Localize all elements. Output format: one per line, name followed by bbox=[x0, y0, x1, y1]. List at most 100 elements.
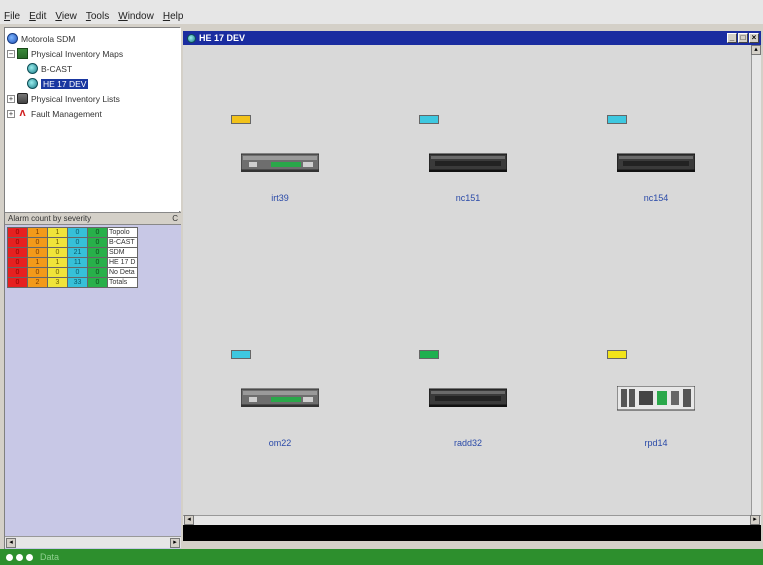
scroll-left-icon[interactable]: ◂ bbox=[184, 515, 194, 525]
alarm-row[interactable]: 0 1 1 11 0 HE 17 D bbox=[7, 257, 138, 268]
device-chassis-icon bbox=[428, 151, 508, 173]
scroll-right-icon[interactable]: ▸ bbox=[170, 538, 180, 548]
horizontal-scrollbar[interactable]: ◂ ▸ bbox=[5, 536, 181, 548]
alarm-row[interactable]: 0 1 1 0 0 Topolo bbox=[7, 227, 138, 238]
menu-help[interactable]: Help bbox=[163, 11, 184, 22]
alarm-source-cell: Totals bbox=[107, 277, 138, 288]
alarm-count-cell: 0 bbox=[7, 277, 28, 288]
scroll-left-icon[interactable]: ◂ bbox=[6, 538, 16, 548]
alarm-row[interactable]: 0 0 0 21 0 SDM bbox=[7, 247, 138, 258]
device-node[interactable]: om22 bbox=[223, 350, 343, 480]
device-label: radd32 bbox=[453, 438, 483, 448]
alarm-source-cell: B-CAST bbox=[107, 237, 138, 248]
globe-teal-icon bbox=[187, 33, 196, 43]
alarm-count-cell: 0 bbox=[87, 237, 108, 248]
vertical-scrollbar[interactable]: ▴ bbox=[751, 45, 761, 520]
device-status-indicator bbox=[419, 350, 439, 359]
menu-view[interactable]: View bbox=[55, 11, 77, 22]
device-node[interactable]: nc151 bbox=[411, 115, 531, 245]
alarm-count-cell: 0 bbox=[7, 227, 28, 238]
device-node[interactable]: radd32 bbox=[411, 350, 531, 480]
menu-bar: File Edit View Tools Window Help bbox=[0, 0, 763, 24]
alarm-count-cell: 0 bbox=[67, 267, 88, 278]
alarm-count-cell: 0 bbox=[67, 237, 88, 248]
map-window: HE 17 DEV _ □ × irt39 nc151 nc154 om22 radd3… bbox=[183, 31, 761, 541]
tree-item-label: HE 17 DEV bbox=[41, 78, 89, 89]
navigation-tree: Motorola SDM − Physical Inventory Maps B… bbox=[5, 28, 181, 211]
device-node[interactable]: irt39 bbox=[223, 115, 343, 245]
minimize-button[interactable]: _ bbox=[727, 33, 737, 43]
status-dot-icon bbox=[26, 553, 33, 561]
expand-icon[interactable]: + bbox=[7, 109, 15, 118]
alarm-source-cell: SDM bbox=[107, 247, 138, 258]
tree-item-label: Physical Inventory Maps bbox=[31, 48, 124, 59]
device-node[interactable]: rpd14 bbox=[599, 350, 719, 480]
device-node[interactable]: nc154 bbox=[599, 115, 719, 245]
status-dot-icon bbox=[16, 553, 23, 561]
scroll-right-icon[interactable]: ▸ bbox=[750, 515, 760, 525]
alarm-header: Alarm count by severity C bbox=[5, 213, 181, 225]
alarm-source-cell: No Deta bbox=[107, 267, 138, 278]
device-status-indicator bbox=[419, 115, 439, 124]
maximize-button[interactable]: □ bbox=[738, 33, 748, 43]
alarm-count-cell: 2 bbox=[27, 277, 48, 288]
fault-icon: ʌ bbox=[19, 107, 26, 119]
device-chassis-icon bbox=[240, 151, 320, 173]
collapse-icon[interactable]: − bbox=[7, 49, 15, 58]
alarm-count-cell: 0 bbox=[27, 247, 48, 258]
globe-teal-icon bbox=[27, 78, 38, 89]
alarm-count-cell: 0 bbox=[87, 257, 108, 268]
alarm-count-cell: 0 bbox=[27, 237, 48, 248]
tree-item-he-17-dev[interactable]: HE 17 DEV bbox=[7, 76, 179, 91]
scroll-up-icon[interactable]: ▴ bbox=[751, 45, 761, 55]
alarm-count-cell: 0 bbox=[87, 277, 108, 288]
device-label: nc154 bbox=[643, 193, 669, 203]
globe-teal-icon bbox=[27, 63, 38, 74]
device-label: nc151 bbox=[455, 193, 481, 203]
map-canvas[interactable]: irt39 nc151 nc154 om22 radd32 rpd14 bbox=[183, 45, 751, 520]
alarm-count-cell: 11 bbox=[67, 257, 88, 268]
tree-item-fault-management[interactable]: + ʌ Fault Management bbox=[7, 106, 179, 121]
alarm-panel: Alarm count by severity C 0 1 1 0 0 Topolo 0 0 1… bbox=[5, 212, 181, 550]
alarm-count-cell: 0 bbox=[7, 267, 28, 278]
alarm-count-cell: 1 bbox=[27, 227, 48, 238]
device-chassis-icon bbox=[616, 151, 696, 173]
tree-item-b-cast[interactable]: B-CAST bbox=[7, 61, 179, 76]
tree-item-physical-inventory-maps[interactable]: − Physical Inventory Maps bbox=[7, 46, 179, 61]
tree-item-motorola-sdm[interactable]: Motorola SDM bbox=[7, 31, 179, 46]
status-bar: Data bbox=[0, 549, 763, 565]
menu-tools[interactable]: Tools bbox=[86, 11, 109, 22]
alarm-count-cell: 0 bbox=[67, 227, 88, 238]
alarm-count-cell: 1 bbox=[47, 227, 68, 238]
device-label: om22 bbox=[268, 438, 292, 448]
alarm-count-cell: 21 bbox=[67, 247, 88, 258]
close-button[interactable]: × bbox=[749, 33, 759, 43]
alarm-row[interactable]: 0 0 0 0 0 No Deta bbox=[7, 267, 138, 278]
menu-edit[interactable]: Edit bbox=[29, 11, 46, 22]
alarm-row[interactable]: 0 0 1 0 0 B-CAST bbox=[7, 237, 138, 248]
alarm-count-cell: 0 bbox=[87, 247, 108, 258]
device-status-indicator bbox=[607, 115, 627, 124]
alarm-row[interactable]: 0 2 3 33 0 Totals bbox=[7, 277, 138, 288]
device-chassis-icon bbox=[240, 386, 320, 408]
window-controls: _ □ × bbox=[726, 33, 759, 43]
tree-item-physical-inventory-lists[interactable]: + Physical Inventory Lists bbox=[7, 91, 179, 106]
alarm-table: 0 1 1 0 0 Topolo 0 0 1 0 0 B-CAST 0 0 0 21 0 SDM 0 1 1 11 0 HE … bbox=[7, 227, 138, 288]
alarm-count-cell: 1 bbox=[47, 237, 68, 248]
alarm-source-cell: HE 17 D bbox=[107, 257, 138, 268]
horizontal-scrollbar[interactable]: ◂ ▸ bbox=[183, 515, 761, 525]
device-chassis-icon bbox=[428, 386, 508, 408]
alarm-count-cell: 0 bbox=[7, 237, 28, 248]
left-panel: Motorola SDM − Physical Inventory Maps B… bbox=[4, 27, 181, 550]
window-titlebar[interactable]: HE 17 DEV _ □ × bbox=[183, 31, 761, 45]
alarm-count-cell: 0 bbox=[27, 267, 48, 278]
alarm-count-cell: 33 bbox=[67, 277, 88, 288]
menu-window[interactable]: Window bbox=[118, 11, 154, 22]
alarm-count-cell: 1 bbox=[47, 257, 68, 268]
maps-icon bbox=[17, 48, 28, 59]
alarm-source-cell: Topolo bbox=[107, 227, 138, 238]
menu-file[interactable]: File bbox=[4, 11, 20, 22]
alarm-column-hint: C bbox=[172, 214, 178, 223]
tree-item-label: Fault Management bbox=[31, 108, 102, 119]
expand-icon[interactable]: + bbox=[7, 94, 15, 103]
